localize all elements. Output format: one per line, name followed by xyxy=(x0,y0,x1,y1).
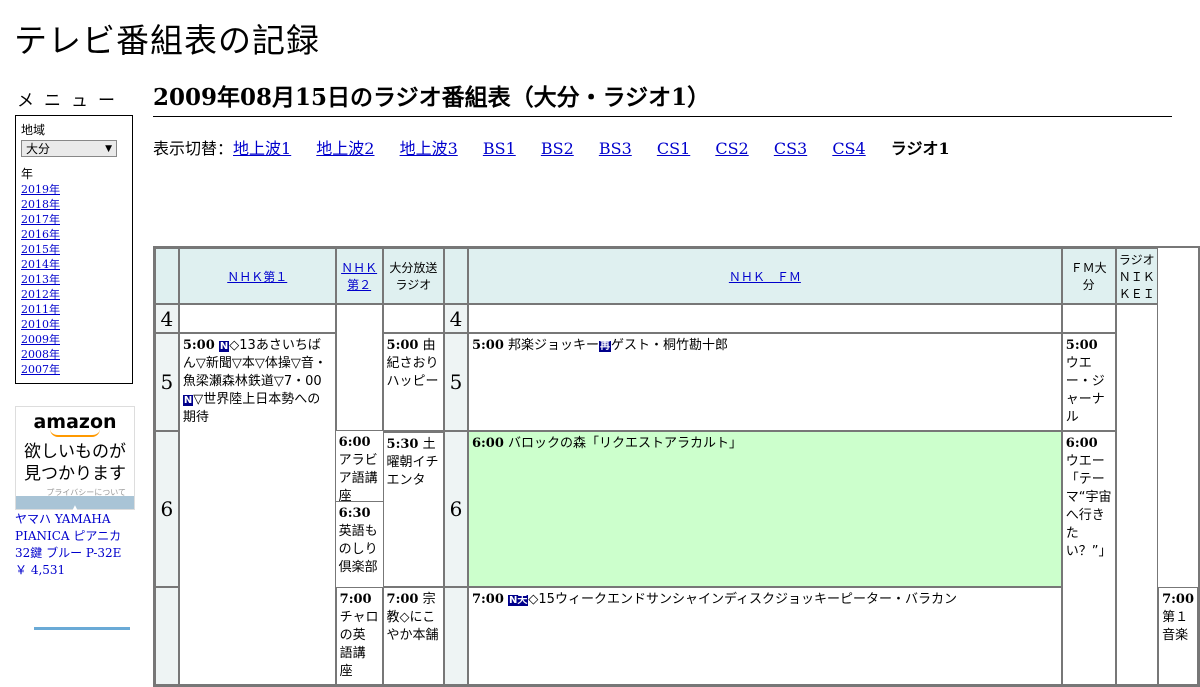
hour-cell-4: 4 xyxy=(155,304,179,333)
site-title: テレビ番組表の記録 xyxy=(14,21,320,60)
switch-link-cs3[interactable]: CS3 xyxy=(774,139,807,158)
hour-cell-5b: 5 xyxy=(444,333,468,431)
program-oita-0500[interactable]: 5:00 由紀さおりハッピー xyxy=(382,333,445,431)
channel-header-nhkfm: ＮＨＫ ＦＭ xyxy=(467,248,1062,304)
program-fmoita-0500[interactable]: 5:00 ウエー・ジャーナル xyxy=(1061,333,1116,431)
program-nhkfm-0500[interactable]: 5:00 邦楽ジョッキー再ゲスト・桐竹勘十郎 xyxy=(467,333,1062,431)
program-nhkfm-0600[interactable]: 6:00 バロックの森「リクエストアラカルト」 xyxy=(467,431,1062,587)
sidebar: メニュー 地域 大分 ▼ 年 2019年 2018年 2017年 2016年 2… xyxy=(15,86,140,384)
chevron-down-icon: ▼ xyxy=(105,144,112,154)
program-nhk2-0600[interactable]: 6:00 アラビア語講座 xyxy=(335,431,383,504)
switch-link-chijo2[interactable]: 地上波2 xyxy=(316,139,374,158)
ad-message: 欲しいものが 見つかります xyxy=(16,441,134,485)
year-link-2018[interactable]: 2018年 xyxy=(21,198,60,211)
empty-slot xyxy=(1115,304,1159,685)
program-grid: ＮＨＫ第１ ＮＨＫ 第２ 大分放送 ラジオ ＮＨＫ ＦＭ ＦＭ大分 ラジオ ＮＩＫ ＫＥ… xyxy=(153,246,1200,687)
year-link-2016[interactable]: 2016年 xyxy=(21,228,60,241)
program-nhk2-0700[interactable]: 7:00 チャロの英語講座 xyxy=(335,587,383,685)
hour-cell-7b xyxy=(444,587,468,685)
year-link-2007[interactable]: 2007年 xyxy=(21,363,60,376)
year-link-2008[interactable]: 2008年 xyxy=(21,348,60,361)
program-nikkei-0700[interactable]: 7:00 第１音楽 xyxy=(1158,587,1198,685)
channel-link-nhkfm[interactable]: ＮＨＫ ＦＭ xyxy=(729,270,801,284)
year-link-2012[interactable]: 2012年 xyxy=(21,288,60,301)
ad-message-line2: 見つかります xyxy=(24,464,126,484)
year-link-2015[interactable]: 2015年 xyxy=(21,243,60,256)
switcher-label: 表示切替： xyxy=(153,139,234,158)
switch-current: ラジオ1 xyxy=(890,139,950,158)
program-nhkfm-0700[interactable]: 7:00 N天◇15ウィークエンドサンシャインディスクジョッキーピーター・バラカ… xyxy=(467,587,1062,685)
news-weather-badge-icon: N天 xyxy=(508,595,529,606)
channel-header-nikkei: ラジオ ＮＩＫ ＫＥＩ xyxy=(1115,248,1159,304)
hour-cell-6: 6 xyxy=(155,431,179,587)
channel-header-fmoita: ＦＭ大分 xyxy=(1061,248,1116,304)
empty-slot xyxy=(382,304,445,333)
corner-cell-2 xyxy=(444,248,468,304)
ad-product-title[interactable]: ヤマハ YAMAHA PIANICA ピアニカ 32鍵 ブルー P-32E xyxy=(15,511,140,562)
region-select-value: 大分 xyxy=(26,142,51,156)
program-nhk1-0500[interactable]: 5:00 N◇13あさいちばん▽新聞▽本▽体操▽音・魚梁瀬森林鉄道▽7・00N▽… xyxy=(178,333,336,685)
channel-header-nhk1: ＮＨＫ第１ xyxy=(178,248,336,304)
nhk2-0600-stack: 6:00 アラビア語講座 6:30 英語ものしり倶楽部 xyxy=(335,431,383,587)
switch-link-bs2[interactable]: BS2 xyxy=(541,139,574,158)
hour-cell-6b: 6 xyxy=(444,431,468,587)
year-link-2014[interactable]: 2014年 xyxy=(21,258,60,271)
empty-slot xyxy=(178,304,336,333)
page-title: 2009年08月15日のラジオ番組表（大分・ラジオ1） xyxy=(153,84,1172,117)
program-nhk2-0630[interactable]: 6:30 英語ものしり倶楽部 xyxy=(336,502,383,580)
switch-link-bs3[interactable]: BS3 xyxy=(599,139,632,158)
year-list: 2019年 2018年 2017年 2016年 2015年 2014年 2013… xyxy=(21,182,132,377)
year-link-2009[interactable]: 2009年 xyxy=(21,333,60,346)
switch-link-bs1[interactable]: BS1 xyxy=(483,139,516,158)
channel-link-nhk1[interactable]: ＮＨＫ第１ xyxy=(227,270,287,284)
switch-link-cs4[interactable]: CS4 xyxy=(832,139,865,158)
empty-slot xyxy=(335,304,383,431)
hour-cell-7 xyxy=(155,587,179,685)
amazon-logo: amazon xyxy=(33,411,117,433)
region-label: 地域 xyxy=(21,123,46,137)
program-oita-0700[interactable]: 7:00 宗教◇にこやか本舗 xyxy=(382,587,445,685)
switch-link-cs1[interactable]: CS1 xyxy=(657,139,690,158)
empty-slot xyxy=(467,304,1062,333)
channel-link-nhk2[interactable]: ＮＨＫ 第２ xyxy=(341,261,377,292)
year-link-2010[interactable]: 2010年 xyxy=(21,318,60,331)
hour-cell-5: 5 xyxy=(155,333,179,431)
hour-cell-4b: 4 xyxy=(444,304,468,333)
channel-header-nhk2: ＮＨＫ 第２ xyxy=(335,248,383,304)
year-link-2013[interactable]: 2013年 xyxy=(21,273,60,286)
amazon-ad[interactable]: amazon 欲しいものが 見つかります プライバシーについて ▲ xyxy=(15,406,135,514)
channel-header-oita: 大分放送 ラジオ xyxy=(382,248,445,304)
year-label: 年 xyxy=(21,167,34,181)
year-link-2011[interactable]: 2011年 xyxy=(21,303,60,316)
program-oita-0530[interactable]: 5:30 土曜朝イチエンタ xyxy=(382,431,445,587)
switch-link-cs2[interactable]: CS2 xyxy=(715,139,748,158)
news-badge-icon: N xyxy=(182,395,194,406)
ad-message-line1: 欲しいものが xyxy=(24,442,126,462)
menu-title: メニュー xyxy=(17,91,125,111)
corner-cell xyxy=(155,248,179,304)
view-switcher: 表示切替：地上波1 地上波2 地上波3 BS1 BS2 BS3 CS1 CS2 … xyxy=(153,135,1172,159)
year-link-2017[interactable]: 2017年 xyxy=(21,213,60,226)
program-fmoita-0600[interactable]: 6:00 ウエー「テーマ“宇宙へ行きたい？”」 xyxy=(1061,431,1116,685)
rerun-badge-icon: 再 xyxy=(599,341,612,352)
ad-product[interactable]: ヤマハ YAMAHA PIANICA ピアニカ 32鍵 ブルー P-32E ￥ … xyxy=(15,511,140,579)
menu-box: 地域 大分 ▼ 年 2019年 2018年 2017年 2016年 2015年 … xyxy=(15,115,133,384)
ad-collapse-bar[interactable]: ▲ xyxy=(16,496,134,514)
main-content: 2009年08月15日のラジオ番組表（大分・ラジオ1） 表示切替：地上波1 地上… xyxy=(153,84,1172,159)
switch-link-chijo1[interactable]: 地上波1 xyxy=(233,139,291,158)
news-badge-icon: N xyxy=(218,341,230,352)
ad-product-price: ￥ 4,531 xyxy=(15,563,66,577)
year-link-2019[interactable]: 2019年 xyxy=(21,183,60,196)
switch-link-chijo3[interactable]: 地上波3 xyxy=(400,139,458,158)
empty-slot xyxy=(1061,304,1116,333)
region-select[interactable]: 大分 ▼ xyxy=(21,140,117,157)
